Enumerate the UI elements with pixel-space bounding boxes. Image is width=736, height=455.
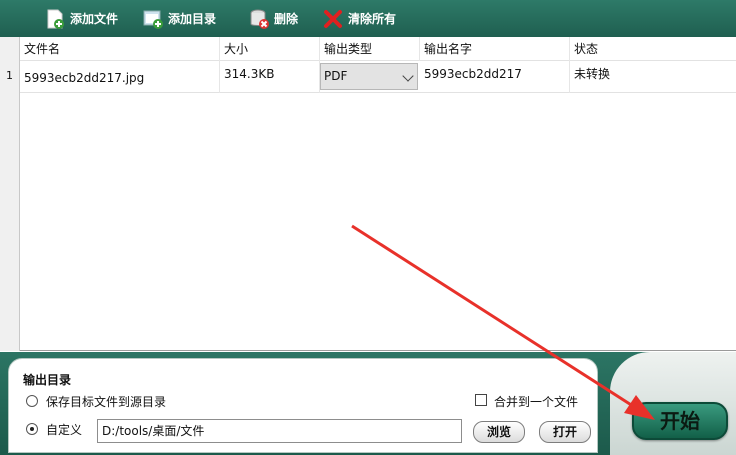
output-panel-area: 输出目录 保存目标文件到源目录 合并到一个文件 自定义 D:/tools/桌面/…: [0, 352, 736, 455]
cell-size: 314.3KB: [220, 61, 320, 93]
merge-checkbox[interactable]: [475, 394, 487, 406]
toolbar: 添加文件 添加目录 删除 清除所有: [0, 0, 736, 37]
row-number: 1: [0, 61, 20, 93]
open-button[interactable]: 打开: [539, 421, 591, 443]
header-output-type[interactable]: 输出类型: [320, 37, 420, 61]
cell-output-name: 5993ecb2dd217: [420, 61, 570, 93]
grid-header: 文件名 大小 输出类型 输出名字 状态: [20, 37, 736, 61]
chevron-down-icon: [402, 70, 414, 82]
save-to-source-label[interactable]: 保存目标文件到源目录: [46, 393, 166, 410]
output-type-select[interactable]: PDF: [320, 63, 418, 90]
output-directory-panel: 输出目录 保存目标文件到源目录 合并到一个文件 自定义 D:/tools/桌面/…: [8, 358, 598, 453]
save-to-source-radio[interactable]: [26, 395, 38, 407]
delete-database-icon: [250, 9, 269, 29]
start-button[interactable]: 开始: [632, 402, 728, 440]
output-directory-title: 输出目录: [23, 373, 72, 387]
add-directory-label: 添加目录: [168, 12, 217, 26]
output-path-input[interactable]: D:/tools/桌面/文件: [97, 419, 462, 443]
clear-all-button[interactable]: 清除所有: [314, 4, 414, 34]
clear-all-label: 清除所有: [348, 12, 397, 26]
red-x-icon: [324, 9, 342, 28]
delete-button[interactable]: 删除: [240, 4, 314, 34]
add-directory-button[interactable]: 添加目录: [134, 4, 240, 34]
table-row[interactable]: 1 5993ecb2dd217.jpg 314.3KB PDF 5993ecb2…: [0, 61, 736, 93]
header-status[interactable]: 状态: [570, 37, 736, 61]
file-grid: 文件名 大小 输出类型 输出名字 状态 1 5993ecb2dd217.jpg …: [0, 37, 736, 351]
add-folder-icon: [143, 10, 163, 29]
header-filename[interactable]: 文件名: [20, 37, 220, 61]
cell-status: 未转换: [574, 67, 611, 81]
header-size[interactable]: 大小: [220, 37, 320, 61]
add-file-button[interactable]: 添加文件: [36, 4, 134, 34]
custom-path-radio[interactable]: [26, 423, 38, 435]
delete-label: 删除: [274, 12, 299, 26]
add-file-label: 添加文件: [70, 12, 119, 26]
header-output-name[interactable]: 输出名字: [420, 37, 570, 61]
merge-label[interactable]: 合并到一个文件: [494, 393, 578, 410]
custom-path-label[interactable]: 自定义: [46, 421, 82, 438]
cell-filename: 5993ecb2dd217.jpg: [20, 61, 220, 93]
browse-button[interactable]: 浏览: [473, 421, 525, 443]
add-file-icon: [47, 9, 64, 29]
output-type-value: PDF: [324, 69, 348, 83]
